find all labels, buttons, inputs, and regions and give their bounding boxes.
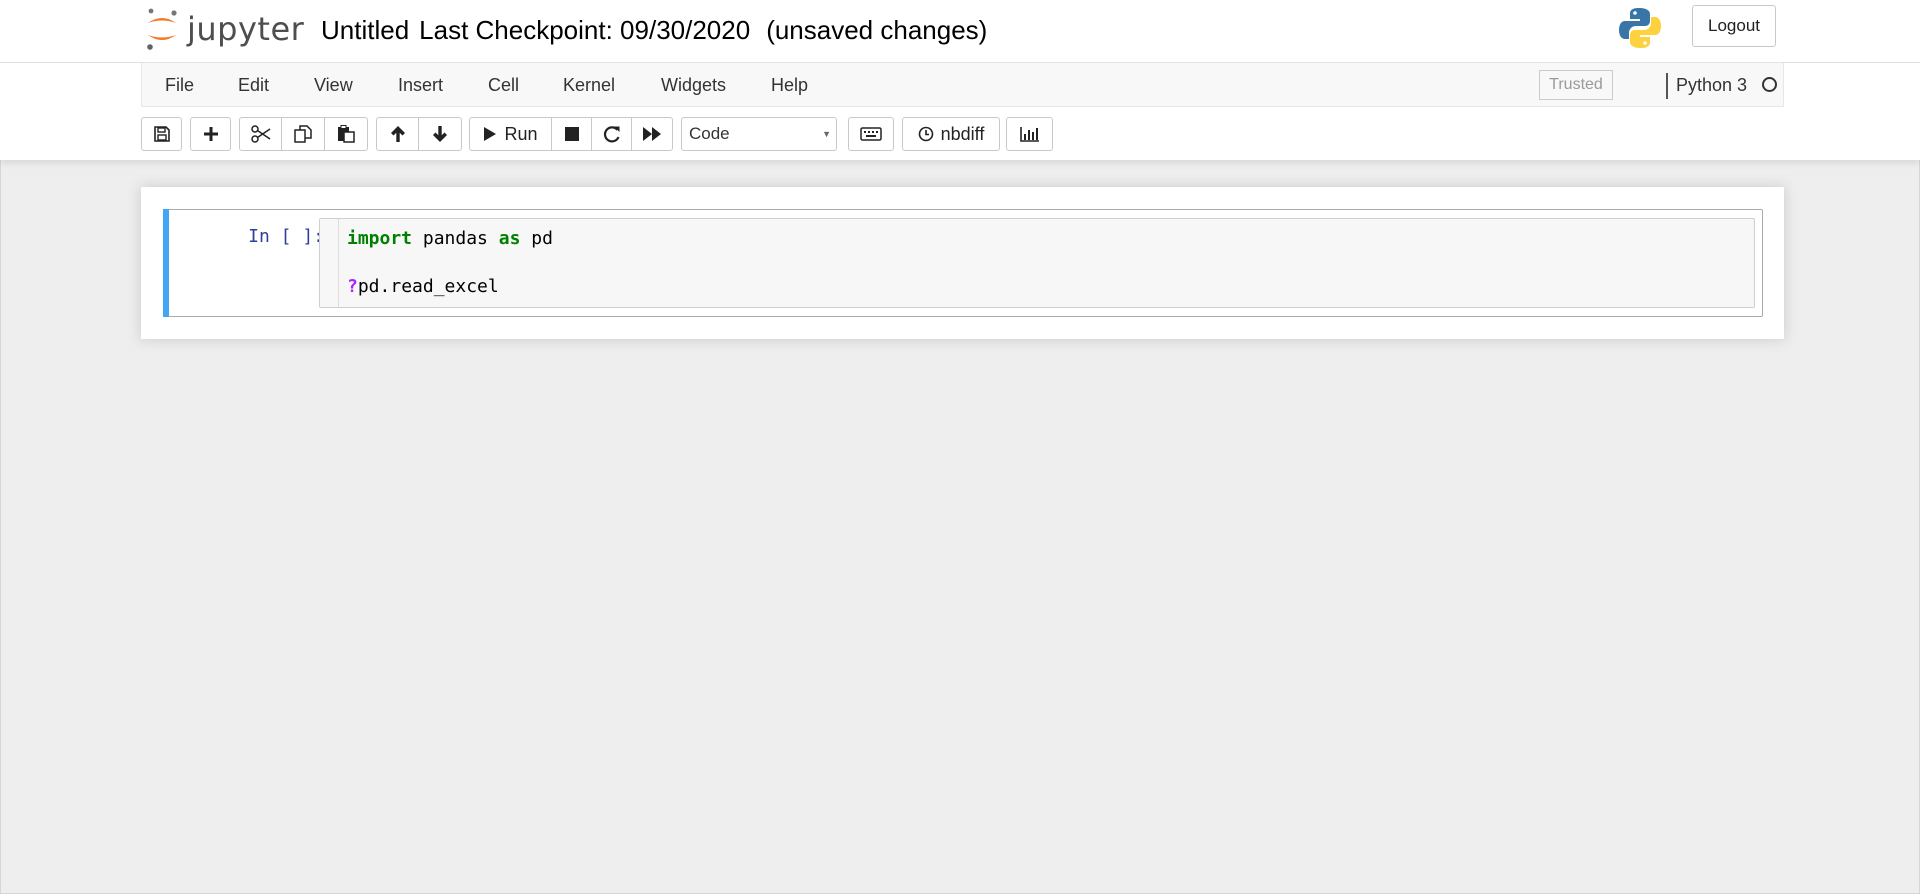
paste-button[interactable] <box>324 117 368 151</box>
nbdiff-button[interactable]: nbdiff <box>902 117 1000 151</box>
cell-type-select[interactable]: Code ▼ <box>681 117 837 151</box>
menu-view[interactable]: View <box>314 63 353 107</box>
run-button[interactable]: Run <box>469 117 552 151</box>
python-logo-icon <box>1619 8 1661 48</box>
cut-button[interactable] <box>239 117 282 151</box>
arrow-up-icon <box>390 126 405 142</box>
topbar: jupyter Untitled Last Checkpoint: 09/30/… <box>0 0 1920 62</box>
code-token: pd.read_excel <box>357 276 499 297</box>
arrow-down-icon <box>433 126 447 142</box>
selected-cell-indicator <box>163 209 169 317</box>
copy-icon <box>294 125 312 143</box>
save-button[interactable] <box>141 117 182 151</box>
move-up-button[interactable] <box>376 117 419 151</box>
menubar: File Edit View Insert Cell Kernel Widget… <box>141 63 1784 107</box>
scissors-icon <box>250 125 270 143</box>
code-keyword: as <box>498 228 521 249</box>
paste-icon <box>338 125 355 143</box>
menu-widgets[interactable]: Widgets <box>661 63 726 107</box>
cell-type-value: Code <box>689 124 730 143</box>
code-text[interactable]: import pandas as pd ?pd.read_excel <box>347 227 553 299</box>
menu-file[interactable]: File <box>165 63 194 107</box>
last-checkpoint: Last Checkpoint: 09/30/2020 <box>419 15 751 45</box>
kernel-idle-icon <box>1762 77 1777 92</box>
fast-forward-icon <box>643 127 661 141</box>
chevron-down-icon: ▼ <box>822 129 831 139</box>
resource-usage-button[interactable] <box>1006 117 1053 151</box>
input-prompt: In [ ]: <box>248 226 324 247</box>
code-line: import pandas as pd <box>347 227 553 251</box>
code-keyword: import <box>347 228 413 249</box>
menu-edit[interactable]: Edit <box>238 63 269 107</box>
code-token: pd <box>520 228 553 249</box>
menu-cell[interactable]: Cell <box>488 63 519 107</box>
trusted-indicator[interactable]: Trusted <box>1539 70 1613 100</box>
code-token: pandas <box>412 228 499 249</box>
notebook-container: In [ ]: import pandas as pd ?pd.read_exce… <box>141 187 1784 339</box>
kernel-name[interactable]: Python 3 <box>1676 63 1747 107</box>
clock-icon <box>918 126 933 142</box>
keyboard-icon <box>860 127 882 141</box>
code-operator: ? <box>347 276 358 297</box>
run-label: Run <box>504 123 538 144</box>
logout-button[interactable]: Logout <box>1692 5 1776 47</box>
plus-icon <box>203 127 218 141</box>
autosave-status: (unsaved changes) <box>766 15 988 45</box>
notebook-title-area: Untitled Last Checkpoint: 09/30/2020 (un… <box>321 15 987 46</box>
restart-run-all-button[interactable] <box>631 117 673 151</box>
code-line: ?pd.read_excel <box>347 275 553 299</box>
floppy-disk-icon <box>153 126 170 142</box>
restart-icon <box>603 126 620 143</box>
copy-button[interactable] <box>281 117 325 151</box>
editor-gutter <box>320 219 339 307</box>
stop-icon <box>564 127 579 141</box>
play-icon <box>484 127 497 141</box>
jupyter-logo[interactable]: jupyter <box>145 6 304 52</box>
header: jupyter Untitled Last Checkpoint: 09/30/… <box>0 0 1920 160</box>
bar-chart-icon <box>1019 127 1039 142</box>
code-editor[interactable]: import pandas as pd ?pd.read_excel <box>319 218 1755 308</box>
jupyter-logo-icon <box>147 8 177 50</box>
command-palette-button[interactable] <box>848 117 894 151</box>
restart-kernel-button[interactable] <box>591 117 632 151</box>
interrupt-kernel-button[interactable] <box>551 117 592 151</box>
code-cell[interactable]: In [ ]: import pandas as pd ?pd.read_exce… <box>163 209 1763 317</box>
menu-help[interactable]: Help <box>771 63 808 107</box>
nbdiff-label: nbdiff <box>940 123 985 144</box>
move-down-button[interactable] <box>418 117 462 151</box>
kernel-separator <box>1666 73 1668 99</box>
logo-text: jupyter <box>187 10 305 48</box>
insert-cell-button[interactable] <box>190 117 231 151</box>
menu-kernel[interactable]: Kernel <box>563 63 615 107</box>
menu-insert[interactable]: Insert <box>398 63 443 107</box>
notebook-name[interactable]: Untitled <box>321 15 409 46</box>
